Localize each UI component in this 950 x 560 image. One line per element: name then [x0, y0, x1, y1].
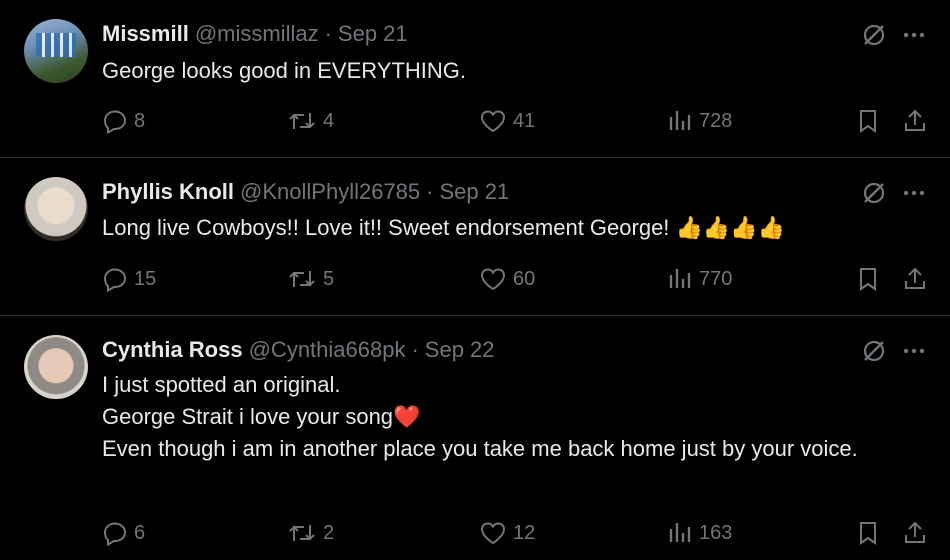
- views-count: 770: [699, 267, 733, 290]
- like-button[interactable]: 41: [479, 104, 535, 138]
- grok-icon[interactable]: [858, 19, 890, 51]
- tweet-text: I just spotted an original. George Strai…: [102, 372, 858, 461]
- like-button[interactable]: 60: [479, 262, 535, 296]
- share-icon[interactable]: [902, 104, 934, 138]
- reply-feed: Missmill @missmillaz · Sep 21 George loo…: [0, 0, 950, 560]
- separator-dot: ·: [411, 337, 419, 362]
- repost-icon: [289, 113, 315, 129]
- action-bar: 15 5 60 770: [0, 262, 950, 296]
- separator-dot: ·: [324, 21, 332, 46]
- author-name[interactable]: Phyllis Knoll: [102, 179, 234, 205]
- more-icon[interactable]: [896, 177, 932, 209]
- bookmark-icon[interactable]: [856, 262, 886, 296]
- avatar[interactable]: [24, 335, 88, 399]
- tweet-header: Missmill @missmillaz · Sep 21: [102, 21, 408, 47]
- bookmark-icon[interactable]: [856, 516, 886, 550]
- repost-count: 2: [323, 521, 335, 544]
- action-bar: 8 4 41 728: [0, 104, 950, 138]
- more-icon[interactable]: [896, 335, 932, 367]
- like-count: 41: [513, 109, 536, 132]
- author-handle[interactable]: @KnollPhyll26785: [240, 179, 420, 205]
- tweet-date[interactable]: Sep 21: [439, 179, 509, 205]
- views-count: 163: [699, 521, 733, 544]
- reply-count: 15: [134, 267, 157, 290]
- avatar[interactable]: [24, 19, 88, 83]
- reply-button[interactable]: 6: [102, 516, 145, 550]
- repost-icon: [289, 525, 315, 541]
- reply-button[interactable]: 8: [102, 104, 145, 138]
- grok-icon[interactable]: [858, 177, 890, 209]
- reply-icon: [103, 268, 127, 292]
- reply-count: 6: [134, 521, 146, 544]
- tweet[interactable]: Missmill @missmillaz · Sep 21 George loo…: [0, 0, 950, 157]
- reply-icon: [103, 110, 127, 134]
- views-button[interactable]: 770: [667, 262, 732, 296]
- separator-dot: ·: [426, 179, 434, 204]
- bookmark-icon[interactable]: [856, 104, 886, 138]
- repost-icon: [289, 271, 315, 287]
- avatar[interactable]: [24, 177, 88, 241]
- repost-count: 4: [323, 109, 335, 132]
- repost-button[interactable]: 4: [287, 104, 334, 138]
- share-icon[interactable]: [902, 262, 934, 296]
- tweet-text: Long live Cowboys!! Love it!! Sweet endo…: [102, 215, 786, 240]
- tweet[interactable]: Phyllis Knoll @KnollPhyll26785 · Sep 21 …: [0, 158, 950, 315]
- tweet-text: George looks good in EVERYTHING.: [102, 58, 466, 83]
- repost-count: 5: [323, 267, 335, 290]
- tweet-header: Phyllis Knoll @KnollPhyll26785 · Sep 21: [102, 179, 509, 205]
- views-button[interactable]: 728: [667, 104, 732, 138]
- tweet-date[interactable]: Sep 21: [338, 21, 408, 47]
- like-count: 12: [513, 521, 536, 544]
- tweet-header: Cynthia Ross @Cynthia668pk · Sep 22: [102, 337, 495, 363]
- tweet[interactable]: Cynthia Ross @Cynthia668pk · Sep 22 I ju…: [0, 316, 950, 560]
- reply-icon: [103, 522, 127, 546]
- tweet-date[interactable]: Sep 22: [425, 337, 495, 363]
- action-bar: 6 2 12 163: [0, 516, 950, 550]
- heart-icon: [480, 522, 506, 545]
- views-icon: [669, 111, 691, 130]
- reply-count: 8: [134, 109, 146, 132]
- views-count: 728: [699, 109, 733, 132]
- views-button[interactable]: 163: [667, 516, 732, 550]
- repost-button[interactable]: 2: [287, 516, 334, 550]
- grok-icon[interactable]: [858, 335, 890, 367]
- more-icon[interactable]: [896, 19, 932, 51]
- heart-icon: [480, 268, 506, 291]
- heart-icon: [480, 110, 506, 133]
- views-icon: [669, 269, 691, 288]
- author-name[interactable]: Cynthia Ross: [102, 337, 243, 363]
- author-handle[interactable]: @Cynthia668pk: [249, 337, 406, 363]
- like-count: 60: [513, 267, 536, 290]
- author-handle[interactable]: @missmillaz: [195, 21, 319, 47]
- share-icon[interactable]: [902, 516, 934, 550]
- repost-button[interactable]: 5: [287, 262, 334, 296]
- author-name[interactable]: Missmill: [102, 21, 189, 47]
- reply-button[interactable]: 15: [102, 262, 156, 296]
- like-button[interactable]: 12: [479, 516, 535, 550]
- views-icon: [669, 523, 691, 542]
